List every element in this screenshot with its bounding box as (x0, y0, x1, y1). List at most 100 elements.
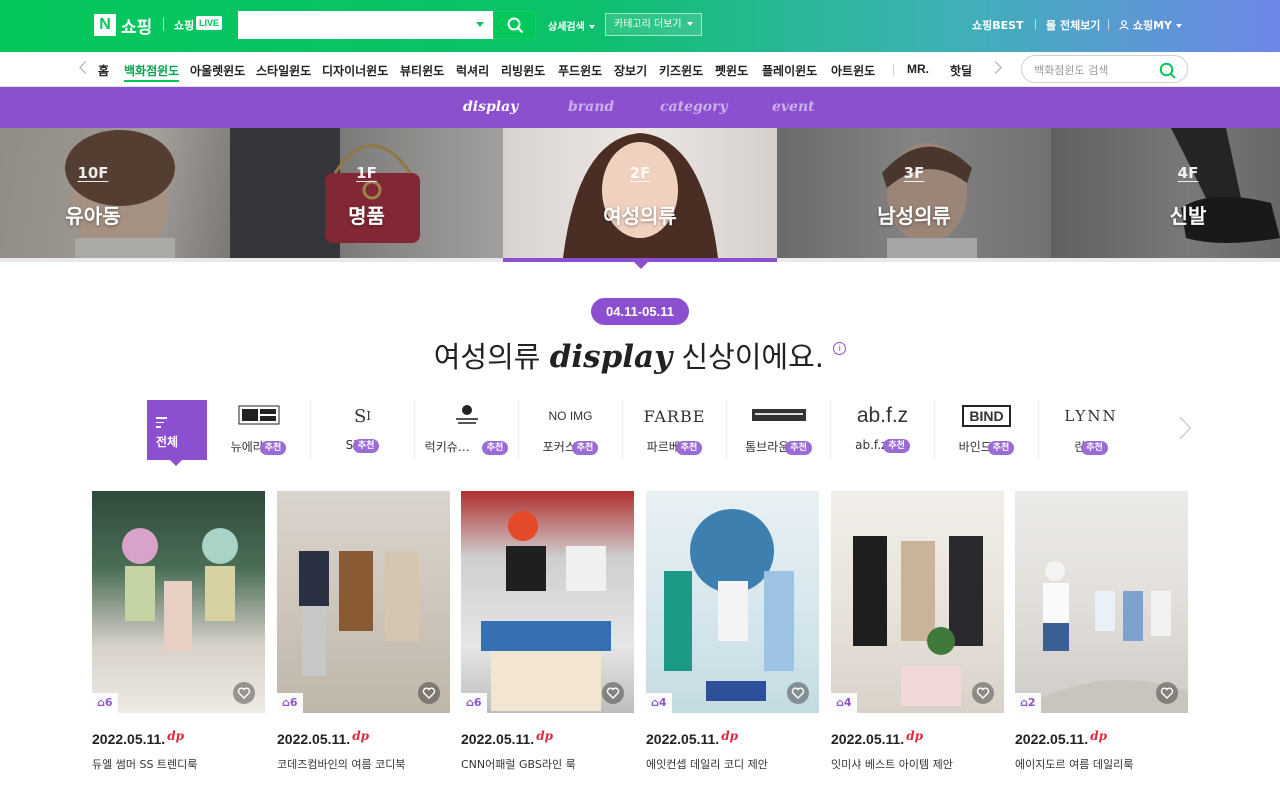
floor-label: 10F (77, 164, 109, 182)
brand-item[interactable]: 럭키슈… 추천 (415, 400, 519, 460)
brand-item[interactable]: NO IMG 포커스추천 (519, 400, 623, 460)
like-button[interactable] (1156, 682, 1178, 704)
nav-item-food[interactable]: 푸드윈도 (558, 62, 602, 79)
card-image[interactable]: ⌂4 (646, 491, 819, 713)
nav-item-hotdeal[interactable]: 핫딜 (950, 62, 972, 79)
filter-all-button[interactable]: 전체 (147, 400, 207, 460)
nav-item-kids[interactable]: 키즈윈도 (659, 62, 703, 79)
nav-item-designer[interactable]: 디자이너윈도 (322, 62, 388, 79)
card-image[interactable]: ⌂4 (831, 491, 1004, 713)
card-title[interactable]: CNN어패럴 GBS라인 룩 (461, 756, 634, 772)
nav-item-home[interactable]: 홈 (98, 62, 109, 79)
shopping-my-link[interactable]: 쇼핑MY (1119, 17, 1182, 33)
display-card[interactable]: ⌂6 2022.05.11. dp 듀엘 썸머 SS 트렌디룩 (92, 491, 265, 772)
brand-item[interactable]: FARBE 파르베추천 (623, 400, 727, 460)
like-button[interactable] (787, 682, 809, 704)
card-title[interactable]: 코데즈컴바인의 여름 코디북 (277, 756, 450, 772)
period-badge: 04.11-05.11 (591, 298, 689, 325)
category-more-button[interactable]: 카테고리 더보기 (605, 13, 702, 36)
card-photo (122, 528, 238, 651)
nav-item-play[interactable]: 플레이윈도 (762, 62, 817, 79)
window-search-input[interactable]: 백화점윈도 검색 (1021, 55, 1188, 83)
display-card[interactable]: ⌂4 2022.05.11. dp 에잇컨셉 데일리 코디 제안 (646, 491, 819, 772)
mall-all-link[interactable]: 몰 전체보기 (1046, 17, 1100, 33)
floor-kids[interactable]: 10F 유아동 (0, 128, 230, 258)
brand-next-icon[interactable] (1168, 416, 1192, 440)
nav-item-outlet[interactable]: 아울렛윈도 (190, 62, 245, 79)
dp-mark: dp (536, 729, 553, 743)
floor-name: 여성의류 (603, 204, 677, 228)
nav-item-pet[interactable]: 펫윈도 (715, 62, 748, 79)
recommend-badge: 추천 (987, 441, 1015, 455)
look-count-value: 4 (843, 696, 852, 709)
card-image[interactable]: ⌂6 (92, 491, 265, 713)
brand-item[interactable]: BIND 바인드추천 (935, 400, 1039, 460)
brand-name: 바인드 (958, 440, 992, 454)
like-button[interactable] (418, 682, 440, 704)
brand-item[interactable]: 뉴에라추천 (207, 400, 311, 460)
search-button[interactable] (493, 11, 536, 39)
live-badge[interactable]: LIVE (196, 16, 223, 30)
brand-name: 포커스 (542, 440, 576, 454)
display-card[interactable]: ⌂2 2022.05.11. dp 에이지도르 여름 데일리룩 (1015, 491, 1188, 772)
heart-icon (1160, 687, 1174, 699)
card-photo (299, 551, 419, 676)
brand-item[interactable]: SI SI추천 (311, 400, 415, 460)
search-dropdown-icon[interactable] (476, 22, 484, 27)
recommend-badge: 추천 (352, 439, 380, 453)
brand-item[interactable]: LYNN 린추천 (1039, 400, 1143, 460)
floor-men[interactable]: 3F 남성의류 (777, 128, 1051, 258)
brand-item[interactable]: ab.f.z ab.f.z추천 (831, 400, 935, 460)
nav-item-department[interactable]: 백화점윈도 (124, 62, 180, 82)
card-image[interactable]: ⌂6 (277, 491, 450, 713)
brand-item[interactable]: 톰브라운추천 (727, 400, 831, 460)
search-input[interactable] (238, 11, 494, 39)
floor-label: 1F (356, 164, 377, 182)
nav-item-grocery[interactable]: 장보기 (614, 62, 647, 79)
shopping-my-label: 쇼핑MY (1132, 19, 1172, 32)
look-count: ⌂4 (646, 693, 672, 713)
brand-logo-text: FARBE (643, 406, 706, 426)
card-title[interactable]: 잇미샤 베스트 아이템 제안 (831, 756, 1004, 772)
info-icon[interactable]: i (833, 342, 847, 355)
nav-item-luxury[interactable]: 럭셔리 (456, 62, 489, 79)
floor-overlay (1051, 128, 1280, 258)
chevron-down-icon (686, 22, 693, 26)
recommend-badge: 추천 (675, 441, 703, 455)
nav-item-style[interactable]: 스타일윈도 (256, 62, 311, 79)
like-button[interactable] (972, 682, 994, 704)
floor-women[interactable]: 2F 여성의류 (503, 128, 777, 258)
tab-brand[interactable]: brand (568, 99, 614, 115)
display-card[interactable]: ⌂6 2022.05.11. dp CNN어패럴 GBS라인 룩 (461, 491, 634, 772)
nav-item-mr[interactable]: MR. (907, 62, 929, 76)
look-count-value: 6 (104, 696, 113, 709)
tab-category[interactable]: category (660, 99, 728, 115)
tab-display[interactable]: display (463, 99, 518, 115)
floor-shoes[interactable]: 4F 신발 (1051, 128, 1280, 258)
card-image[interactable]: ⌂2 (1015, 491, 1188, 713)
nav-item-art[interactable]: 아트윈도 (831, 62, 875, 79)
shopping-best-link[interactable]: 쇼핑BEST (972, 17, 1024, 33)
search-icon[interactable] (1159, 62, 1177, 80)
like-button[interactable] (602, 682, 624, 704)
floor-luxury[interactable]: 1F 명품 (230, 128, 503, 258)
nav-item-living[interactable]: 리빙윈도 (501, 62, 545, 79)
tab-event[interactable]: event (772, 99, 815, 115)
card-title[interactable]: 듀엘 썸머 SS 트렌디룩 (92, 756, 265, 772)
display-card[interactable]: ⌂4 2022.05.11. dp 잇미샤 베스트 아이템 제안 (831, 491, 1004, 772)
like-button[interactable] (233, 682, 255, 704)
floor-overlay (777, 128, 1051, 258)
naver-logo-icon[interactable]: N (94, 14, 116, 36)
nav-item-beauty[interactable]: 뷰티윈도 (400, 62, 444, 79)
shopping-logo-text[interactable]: 쇼핑 (121, 13, 152, 38)
display-card[interactable]: ⌂6 2022.05.11. dp 코데즈컴바인의 여름 코디북 (277, 491, 450, 772)
detail-search-label: 상세검색 (548, 22, 585, 33)
nav-prev-icon[interactable] (79, 61, 92, 74)
card-title[interactable]: 에잇컨셉 데일리 코디 제안 (646, 756, 819, 772)
card-image[interactable]: ⌂6 (461, 491, 634, 713)
nav-next-icon[interactable] (989, 61, 1002, 74)
card-date-row: 2022.05.11. dp (92, 729, 265, 747)
card-title[interactable]: 에이지도르 여름 데일리룩 (1015, 756, 1188, 772)
detail-search-button[interactable]: 상세검색 (548, 18, 595, 33)
shopping-live-text[interactable]: 쇼핑 (174, 17, 194, 33)
